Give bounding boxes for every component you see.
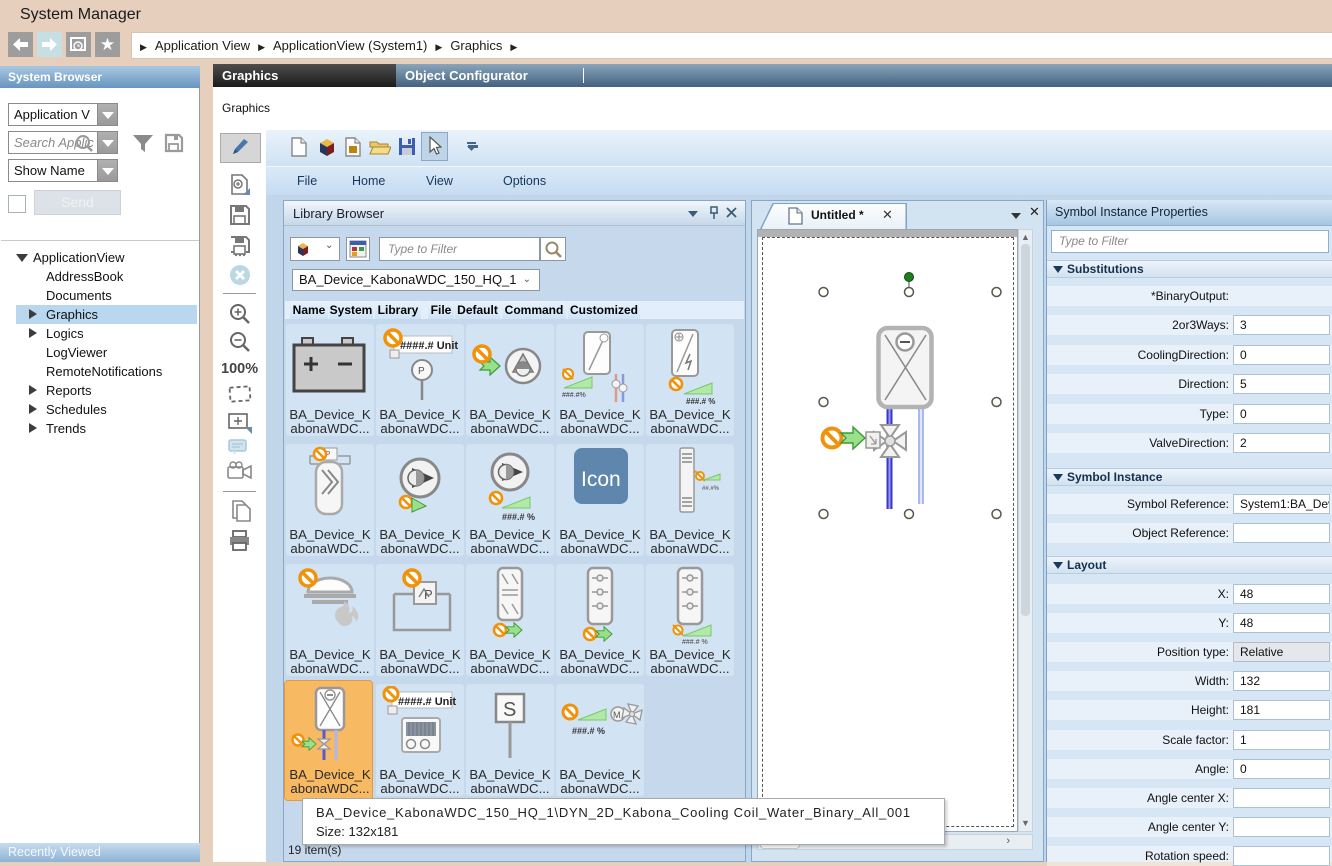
svg-text:P: P — [424, 587, 433, 602]
svg-text:Icon: Icon — [581, 468, 621, 491]
svg-text:###.#%: ###.#% — [562, 392, 586, 399]
svg-text:####.# Unit: ####.# Unit — [398, 696, 456, 708]
svg-text:M: M — [613, 710, 621, 720]
svg-text:P: P — [418, 366, 425, 377]
svg-text:##.#%: ##.#% — [702, 486, 720, 492]
svg-text:S: S — [503, 699, 516, 721]
svg-text:###.# %: ###.# % — [682, 639, 708, 646]
svg-text:####.# Unit: ####.# Unit — [400, 340, 458, 352]
svg-text:###.# %: ###.# % — [686, 397, 715, 406]
svg-text:###.# %: ###.# % — [502, 512, 535, 522]
svg-text:###.# %: ###.# % — [572, 726, 605, 736]
